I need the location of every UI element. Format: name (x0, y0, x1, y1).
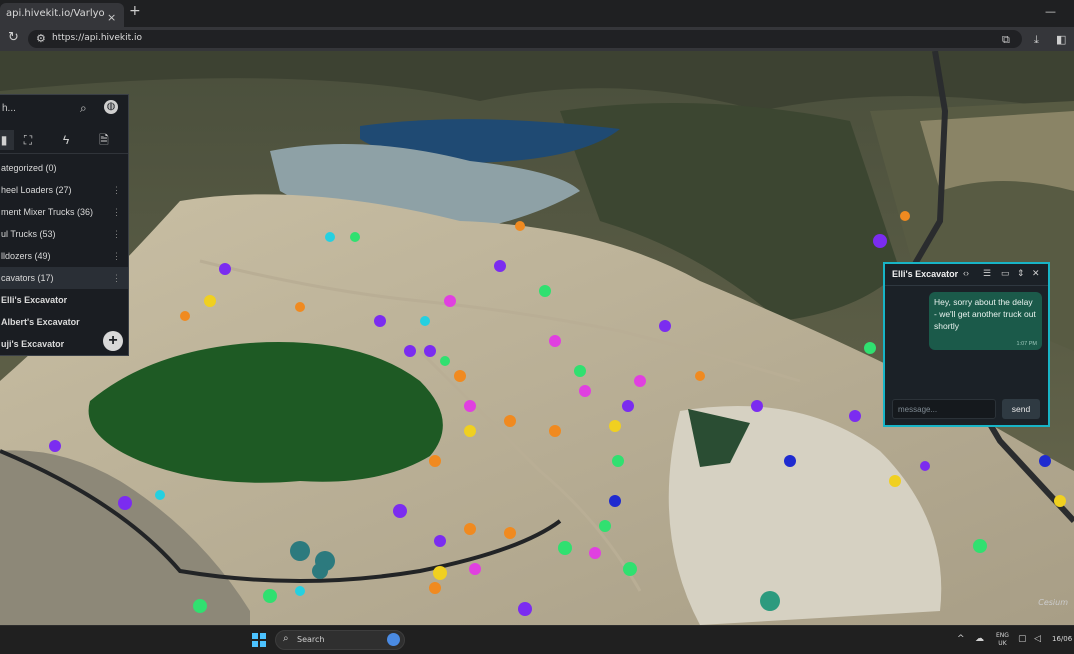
message-input[interactable] (892, 399, 996, 419)
close-icon[interactable]: ✕ (1032, 268, 1040, 279)
globe-icon[interactable]: ◍ (104, 100, 118, 114)
site-info-icon[interactable]: ⚙ (36, 32, 46, 45)
list-item-alberts-excavator[interactable]: Albert's Excavator (0, 311, 128, 333)
taskbar-search[interactable]: ⌕ Search (275, 630, 405, 650)
chat-message-time: 1:07 PM (1016, 341, 1037, 347)
language-indicator[interactable]: ENG UK (996, 632, 1009, 648)
water-tank (290, 541, 310, 561)
list-item-bulldozers[interactable]: lldozers (49) ⋮ (0, 245, 128, 267)
list-icon[interactable]: ☰ (983, 268, 991, 279)
list-item-uncategorized[interactable]: ategorized (0) (0, 157, 128, 179)
list-item-ellis-excavator[interactable]: Elli's Excavator (0, 289, 128, 311)
chat-message-text: Hey, sorry about the delay - we'll get a… (934, 297, 1036, 331)
cloud-icon[interactable]: ☁ (975, 634, 984, 644)
reload-icon[interactable]: ↻ (8, 30, 19, 45)
add-button[interactable]: + (103, 331, 123, 351)
volume-icon[interactable]: ◁ (1034, 634, 1041, 644)
list-item-haul-trucks[interactable]: ul Trucks (53) ⋮ (0, 223, 128, 245)
pin-icon[interactable]: ⇕ (1017, 268, 1025, 279)
chat-bubble-icon[interactable]: ▭ (1001, 268, 1010, 279)
network-icon[interactable]: ▢ (1018, 634, 1027, 644)
minimize-icon[interactable]: — (1045, 5, 1056, 18)
chat-message-bubble: Hey, sorry about the delay - we'll get a… (929, 292, 1042, 350)
kebab-menu-icon[interactable]: ⋮ (112, 267, 121, 289)
map-attribution: Cesium (1038, 598, 1068, 607)
windows-start-icon[interactable] (252, 633, 266, 647)
search-icon[interactable]: ⌕ (80, 101, 87, 116)
close-icon[interactable]: × (107, 7, 116, 27)
chat-title: Elli's Excavator (892, 269, 959, 279)
code-icon[interactable]: ‹› (963, 268, 969, 278)
fleet-side-panel: h... ⌕ ◍ ▮ ⛶ ϟ 🗎 ategorized (0) heel Loa… (0, 94, 129, 356)
search-input[interactable]: h... (2, 103, 16, 114)
list-item-wheel-loaders[interactable]: heel Loaders (27) ⋮ (0, 179, 128, 201)
kebab-menu-icon[interactable]: ⋮ (112, 179, 121, 201)
kebab-menu-icon[interactable]: ⋮ (112, 245, 121, 267)
document-icon[interactable]: 🗎 (94, 130, 114, 150)
browser-tab[interactable]: api.hivekit.io/Varlyo × (0, 3, 124, 27)
list-item-excavators[interactable]: cavators (17) ⋮ (0, 267, 128, 289)
new-tab-icon[interactable]: + (129, 3, 141, 19)
chat-popup: Elli's Excavator ‹› ☰ ▭ ⇕ ✕ Hey, sorry a… (883, 262, 1050, 427)
search-highlight-icon (387, 633, 400, 646)
polygon-icon[interactable]: ⛶ (18, 130, 38, 150)
omnibox[interactable]: ⚙ https://api.hivekit.io ⧉ (28, 30, 1022, 48)
panel-search[interactable]: h... ⌕ ◍ (0, 95, 128, 125)
clock[interactable]: 16/06 (1052, 635, 1072, 643)
person-icon[interactable]: ▮ (0, 130, 14, 150)
chat-header-divider (885, 285, 1048, 286)
tab-title: api.hivekit.io/Varlyo (6, 8, 105, 19)
address-bar: ↻ ⚙ https://api.hivekit.io ⧉ ⤓ ◧ (0, 27, 1074, 51)
send-button[interactable]: send (1002, 399, 1040, 419)
lightning-icon[interactable]: ϟ (56, 130, 76, 150)
url-text[interactable]: https://api.hivekit.io (52, 33, 142, 43)
taskbar-search-label: Search (297, 635, 325, 644)
download-icon[interactable]: ⤓ (1034, 33, 1039, 47)
chevron-up-icon[interactable]: ^ (957, 634, 965, 644)
kebab-menu-icon[interactable]: ⋮ (112, 223, 121, 245)
water-tank (760, 591, 780, 611)
panel-tabs: ▮ ⛶ ϟ 🗎 (0, 127, 128, 154)
side-panel-icon[interactable]: ◧ (1056, 33, 1066, 46)
list-item-cement-mixer-trucks[interactable]: ment Mixer Trucks (36) ⋮ (0, 201, 128, 223)
water-tank (312, 563, 328, 579)
kebab-menu-icon[interactable]: ⋮ (112, 201, 121, 223)
extension-icon[interactable]: ⧉ (1002, 33, 1010, 47)
windows-taskbar: ⌕ Search ^ ☁ ENG UK ▢ ◁ 16/06 (0, 625, 1074, 654)
search-icon: ⌕ (283, 633, 289, 644)
browser-tab-bar: api.hivekit.io/Varlyo × + — (0, 0, 1074, 27)
